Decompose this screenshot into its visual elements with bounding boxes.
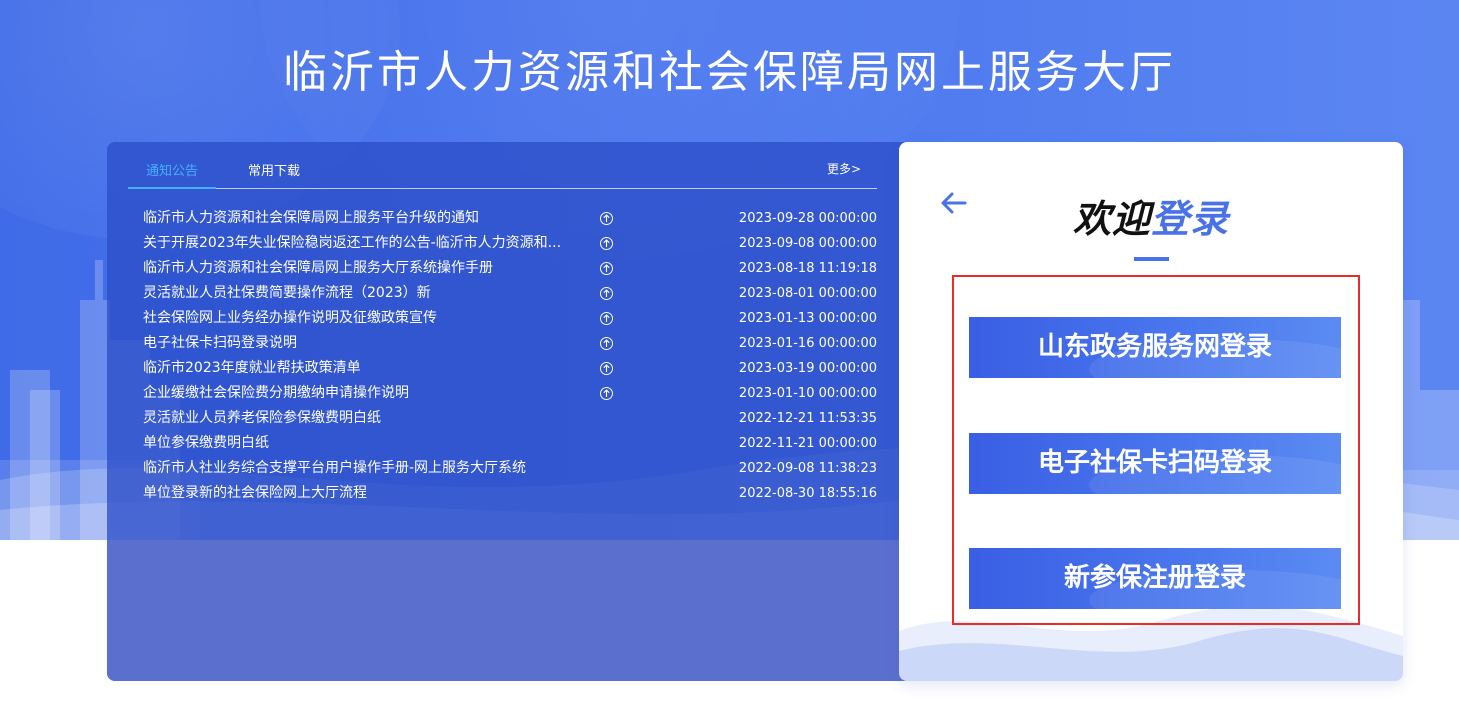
notice-title[interactable]: 临沂市2023年度就业帮扶政策清单	[143, 356, 588, 381]
notice-date: 2023-09-08 00:00:00	[738, 236, 877, 251]
tab-announcements[interactable]: 通知公告	[128, 158, 216, 189]
upload-circle-icon	[600, 362, 613, 375]
button-label: 新参保注册登录	[1063, 563, 1246, 593]
notice-panel-footer	[107, 540, 907, 681]
button-label: 电子社保卡扫码登录	[1037, 448, 1272, 478]
list-item[interactable]: 临沂市2023年度就业帮扶政策清单 2023-03-19 00:00:00	[143, 356, 877, 381]
list-item[interactable]: 临沂市人力资源和社会保障局网上服务平台升级的通知 2023-09-28 00:0…	[143, 206, 877, 231]
list-item[interactable]: 灵活就业人员养老保险参保缴费明白纸 2022-12-21 11:53:35	[143, 406, 877, 431]
list-item[interactable]: 临沂市人社业务综合支撑平台用户操作手册-网上服务大厅系统 2022-09-08 …	[143, 456, 877, 481]
notice-date: 2023-01-13 00:00:00	[738, 311, 877, 326]
login-panel: 欢迎登录 山东政务服务网登录 电子社保卡扫码登录 新参保注册登录	[899, 142, 1403, 681]
list-item[interactable]: 灵活就业人员社保费简要操作流程（2023）新 2023-08-01 00:00:…	[143, 281, 877, 306]
more-link[interactable]: 更多>	[827, 158, 861, 180]
notice-title[interactable]: 临沂市人社业务综合支撑平台用户操作手册-网上服务大厅系统	[143, 456, 588, 481]
upload-circle-icon	[600, 212, 613, 225]
notice-date: 2022-08-30 18:55:16	[738, 486, 877, 501]
button-label: 山东政务服务网登录	[1037, 332, 1272, 362]
upload-circle-icon	[600, 387, 613, 400]
notice-title[interactable]: 灵活就业人员养老保险参保缴费明白纸	[143, 406, 588, 431]
notice-title[interactable]: 社会保险网上业务经办操作说明及征缴政策宣传	[143, 306, 588, 331]
notice-date: 2023-09-28 00:00:00	[738, 211, 877, 226]
upload-circle-icon	[600, 287, 613, 300]
notice-date: 2023-08-18 11:19:18	[738, 261, 877, 276]
notice-title[interactable]: 关于开展2023年失业保险稳岗返还工作的公告-临沂市人力资源和...	[143, 231, 588, 256]
notice-date: 2022-12-21 11:53:35	[738, 411, 877, 426]
notice-date: 2022-09-08 11:38:23	[738, 461, 877, 476]
upload-circle-icon	[600, 237, 613, 250]
notice-title[interactable]: 企业缓缴社会保险费分期缴纳申请操作说明	[143, 381, 588, 406]
e-social-card-login-button[interactable]: 电子社保卡扫码登录	[969, 433, 1341, 494]
heading-underline	[1134, 257, 1169, 261]
notice-title[interactable]: 临沂市人力资源和社会保障局网上服务大厅系统操作手册	[143, 256, 588, 281]
page-title: 临沂市人力资源和社会保障局网上服务大厅	[283, 47, 1176, 98]
upload-circle-icon	[600, 337, 613, 350]
new-enrollment-login-button[interactable]: 新参保注册登录	[969, 548, 1341, 609]
list-item[interactable]: 临沂市人力资源和社会保障局网上服务大厅系统操作手册 2023-08-18 11:…	[143, 256, 877, 281]
notice-date: 2023-08-01 00:00:00	[738, 286, 877, 301]
notice-list: 临沂市人力资源和社会保障局网上服务平台升级的通知 2023-09-28 00:0…	[143, 206, 877, 506]
notice-title[interactable]: 单位参保缴费明白纸	[143, 431, 588, 456]
list-item[interactable]: 单位登录新的社会保险网上大厅流程 2022-08-30 18:55:16	[143, 481, 877, 506]
welcome-text: 欢迎	[1072, 197, 1151, 241]
list-item[interactable]: 单位参保缴费明白纸 2022-11-21 00:00:00	[143, 431, 877, 456]
list-item[interactable]: 社会保险网上业务经办操作说明及征缴政策宣传 2023-01-13 00:00:0…	[143, 306, 877, 331]
notice-date: 2023-01-10 00:00:00	[738, 386, 877, 401]
login-text: 登录	[1151, 197, 1230, 241]
list-item[interactable]: 企业缓缴社会保险费分期缴纳申请操作说明 2023-01-10 00:00:00	[143, 381, 877, 406]
welcome-heading: 欢迎登录	[899, 188, 1403, 243]
notice-date: 2023-03-19 00:00:00	[738, 361, 877, 376]
list-item[interactable]: 关于开展2023年失业保险稳岗返还工作的公告-临沂市人力资源和... 2023-…	[143, 231, 877, 256]
notice-title[interactable]: 临沂市人力资源和社会保障局网上服务平台升级的通知	[143, 206, 588, 231]
notice-date: 2023-01-16 00:00:00	[738, 336, 877, 351]
upload-circle-icon	[600, 312, 613, 325]
tab-downloads[interactable]: 常用下载	[248, 158, 300, 189]
shandong-gov-login-button[interactable]: 山东政务服务网登录	[969, 317, 1341, 378]
notice-title[interactable]: 电子社保卡扫码登录说明	[143, 331, 588, 356]
upload-circle-icon	[600, 262, 613, 275]
list-item[interactable]: 电子社保卡扫码登录说明 2023-01-16 00:00:00	[143, 331, 877, 356]
notice-title[interactable]: 单位登录新的社会保险网上大厅流程	[143, 481, 588, 506]
notice-date: 2022-11-21 00:00:00	[738, 436, 877, 451]
notice-title[interactable]: 灵活就业人员社保费简要操作流程（2023）新	[143, 281, 588, 306]
notice-tabs: 通知公告 常用下载 更多>	[128, 158, 877, 189]
